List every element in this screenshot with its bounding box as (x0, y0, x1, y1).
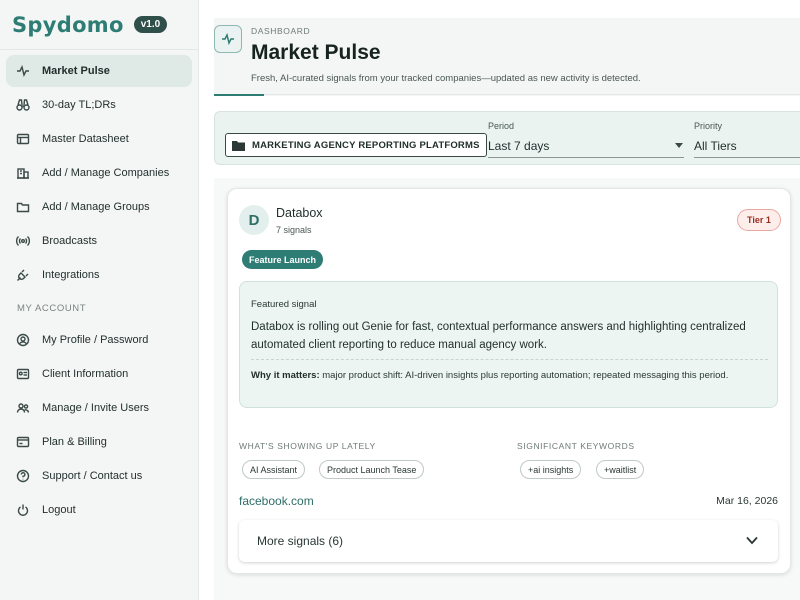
signal-count: 7 signals (276, 225, 312, 235)
sidebar-item-manage-groups[interactable]: Add / Manage Groups (6, 191, 192, 223)
sidebar-item-client-info[interactable]: Client Information (6, 358, 192, 390)
sidebar-item-label: Logout (42, 504, 76, 516)
sidebar-nav: Market Pulse 30-day TL;DRs Master Datash… (0, 50, 198, 526)
sidebar-item-tldrs[interactable]: 30-day TL;DRs (6, 89, 192, 121)
group-filter-label: MARKETING AGENCY REPORTING PLATFORMS (252, 139, 480, 151)
more-signals-accordion[interactable]: More signals (6) (239, 520, 778, 562)
table-icon (16, 132, 30, 146)
page-header: DASHBOARD Market Pulse Fresh, AI-curated… (214, 18, 800, 96)
help-icon (16, 469, 30, 483)
sidebar-item-label: My Profile / Password (42, 334, 149, 346)
signal-card: D Databox 7 signals Tier 1 Feature Launc… (227, 188, 791, 574)
signal-type-tag: Feature Launch (242, 250, 324, 269)
page-title: Market Pulse (251, 41, 381, 64)
period-select-underline (488, 157, 684, 158)
header-divider-accent (214, 94, 264, 96)
sidebar-item-label: Plan & Billing (42, 436, 107, 448)
source-link[interactable]: facebook.com (239, 494, 314, 508)
folder-icon (16, 200, 30, 214)
folder-icon (232, 140, 245, 151)
sidebar-item-manage-companies[interactable]: Add / Manage Companies (6, 157, 192, 189)
sidebar-item-market-pulse[interactable]: Market Pulse (6, 55, 192, 87)
user-circle-icon (16, 333, 30, 347)
power-icon (16, 503, 30, 517)
pulse-icon (16, 64, 30, 78)
priority-select[interactable]: All Tiers (694, 139, 737, 153)
breadcrumb: DASHBOARD (251, 26, 311, 36)
tier-badge: Tier 1 (737, 209, 781, 231)
why-it-matters-text: major product shift: AI-driven insights … (319, 370, 729, 381)
sidebar-item-label: Market Pulse (42, 65, 110, 77)
priority-label: Priority (694, 121, 723, 131)
brand-logo[interactable]: Spydomo (12, 13, 124, 37)
featured-signal: Featured signal Databox is rolling out G… (239, 281, 778, 408)
sidebar-item-label: Add / Manage Companies (42, 167, 170, 179)
sidebar-item-label: Integrations (42, 269, 100, 281)
sidebar-item-label: Broadcasts (42, 235, 98, 247)
period-select[interactable]: Last 7 days (488, 139, 549, 153)
sidebar-item-label: 30-day TL;DRs (42, 99, 116, 111)
id-card-icon (16, 367, 30, 381)
sidebar-item-billing[interactable]: Plan & Billing (6, 426, 192, 458)
sidebar-item-support[interactable]: Support / Contact us (6, 460, 192, 492)
sidebar-item-integrations[interactable]: Integrations (6, 259, 192, 291)
featured-signal-text: Databox is rolling out Genie for fast, c… (251, 321, 746, 351)
plug-icon (16, 268, 30, 282)
pulse-icon (214, 25, 242, 53)
featured-divider (251, 359, 768, 360)
trend-pill: Product Launch Tease (319, 460, 425, 479)
building-icon (16, 166, 30, 180)
broadcast-icon (16, 234, 30, 248)
sidebar-item-label: Master Datasheet (42, 133, 129, 145)
priority-select-underline (694, 157, 800, 158)
sidebar-item-master-datasheet[interactable]: Master Datasheet (6, 123, 192, 155)
sidebar-item-manage-users[interactable]: Manage / Invite Users (6, 392, 192, 424)
binoculars-icon (16, 98, 30, 112)
sidebar-item-logout[interactable]: Logout (6, 494, 192, 526)
sidebar-item-label: Support / Contact us (42, 470, 143, 482)
keywords-heading: SIGNIFICANT KEYWORDS (517, 441, 635, 451)
trend-pill: AI Assistant (242, 460, 306, 479)
keyword-pill: +ai insights (520, 460, 582, 479)
filter-bar: MARKETING AGENCY REPORTING PLATFORMS Per… (214, 111, 800, 165)
keyword-pill: +waitlist (596, 460, 645, 479)
more-signals-label: More signals (6) (257, 534, 344, 548)
why-it-matters-label: Why it matters: (251, 370, 320, 381)
sidebar: Spydomo v1.0 Market Pulse 30-day TL;DRs … (0, 0, 199, 600)
sidebar-item-label: Manage / Invite Users (42, 402, 149, 414)
period-label: Period (488, 121, 515, 131)
version-badge: v1.0 (133, 16, 168, 33)
why-it-matters: Why it matters: major product shift: AI-… (251, 369, 771, 382)
sidebar-item-profile[interactable]: My Profile / Password (6, 324, 192, 356)
featured-signal-label: Featured signal (251, 299, 317, 310)
sidebar-item-label: Add / Manage Groups (42, 201, 150, 213)
chevron-down-icon (746, 536, 758, 545)
sidebar-section-heading: MY ACCOUNT (17, 303, 87, 314)
showing-up-heading: WHAT'S SHOWING UP LATELY (239, 441, 376, 451)
page-subtitle: Fresh, AI-curated signals from your trac… (251, 73, 641, 84)
chevron-down-icon[interactable] (675, 143, 683, 148)
header-divider (214, 94, 800, 95)
brand: Spydomo v1.0 (0, 0, 198, 50)
sidebar-item-broadcasts[interactable]: Broadcasts (6, 225, 192, 257)
billing-icon (16, 435, 30, 449)
company-name[interactable]: Databox (276, 206, 323, 220)
users-icon (16, 401, 30, 415)
signal-date: Mar 16, 2026 (716, 495, 778, 507)
avatar: D (239, 205, 269, 235)
sidebar-item-label: Client Information (42, 368, 129, 380)
group-filter-chip[interactable]: MARKETING AGENCY REPORTING PLATFORMS (225, 133, 487, 157)
